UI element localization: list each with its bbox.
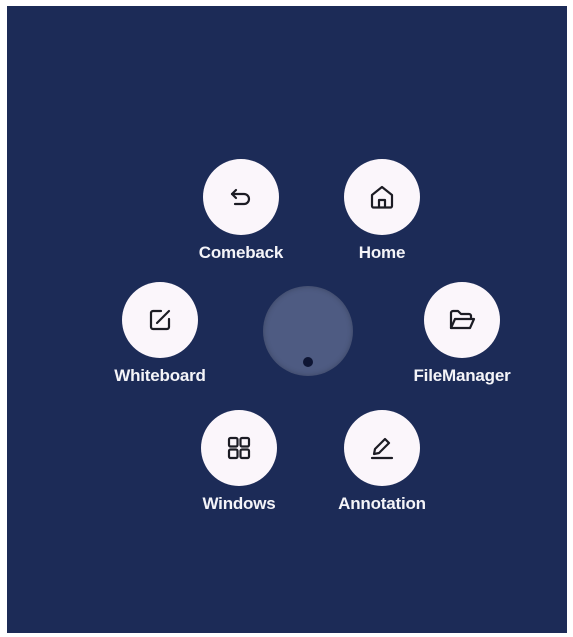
home-label: Home (358, 243, 406, 262)
center-knob[interactable] (263, 286, 353, 376)
filemanager-button[interactable]: FileManager (387, 282, 537, 392)
annotation-circle[interactable] (344, 410, 420, 486)
home-button[interactable]: Home (307, 159, 457, 269)
folder-open-icon (449, 309, 476, 330)
grid-icon (227, 436, 251, 460)
whiteboard-label: Whiteboard (114, 366, 206, 385)
comeback-circle[interactable] (203, 159, 279, 235)
comeback-label: Comeback (198, 243, 284, 262)
windows-label: Windows (202, 494, 276, 513)
undo-arrow-icon (230, 188, 251, 206)
annotation-button[interactable]: Annotation (307, 410, 457, 520)
filemanager-circle[interactable] (424, 282, 500, 358)
home-icon (370, 185, 394, 209)
filemanager-label: FileManager (413, 366, 511, 385)
whiteboard-button[interactable]: Whiteboard (85, 282, 235, 392)
windows-circle[interactable] (201, 410, 277, 486)
screen-background: Comeback Home Whiteboard FileManager Win… (7, 6, 567, 633)
knob-dot (303, 357, 313, 367)
edit-square-icon (149, 309, 171, 331)
pen-underline-icon (370, 437, 394, 460)
home-circle[interactable] (344, 159, 420, 235)
annotation-label: Annotation (338, 494, 426, 513)
comeback-button[interactable]: Comeback (166, 159, 316, 269)
windows-button[interactable]: Windows (164, 410, 314, 520)
whiteboard-circle[interactable] (122, 282, 198, 358)
